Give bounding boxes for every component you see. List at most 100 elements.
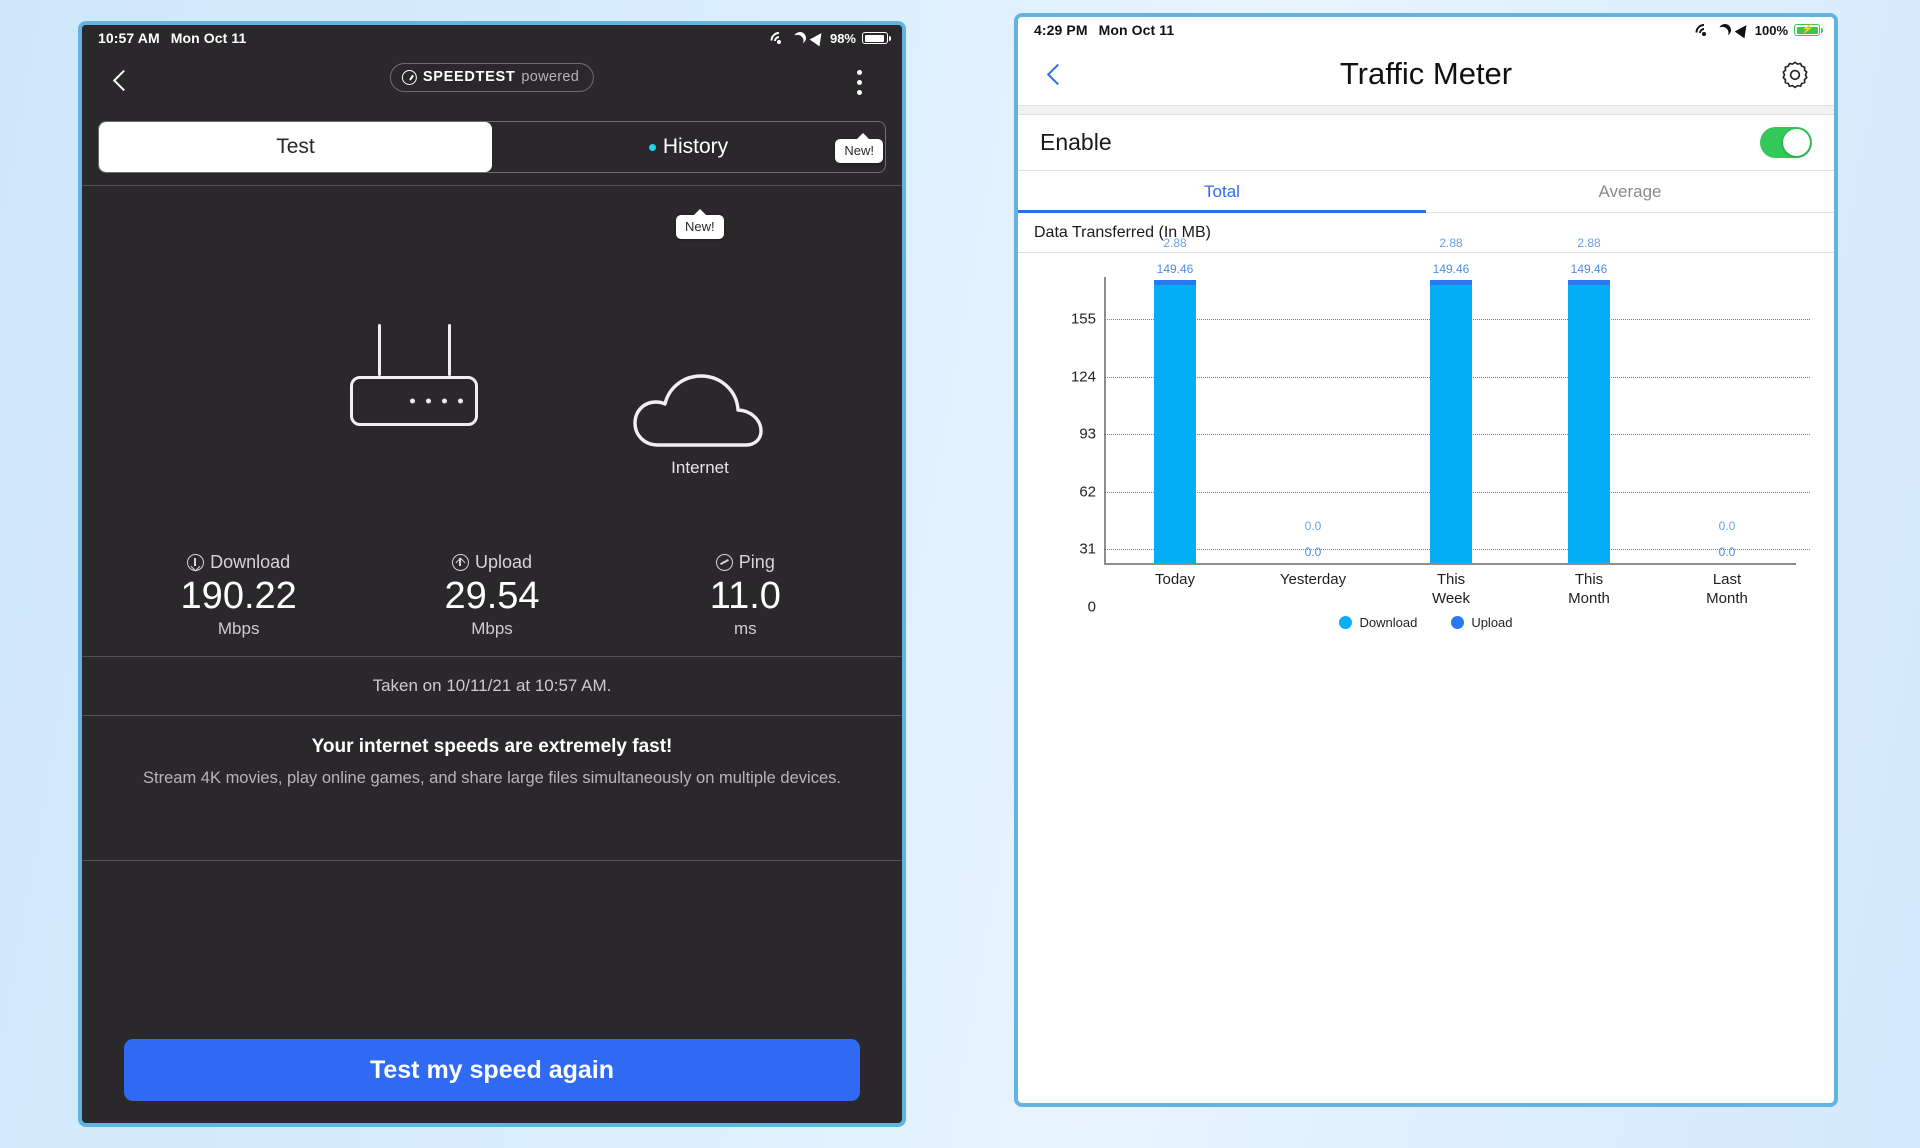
advice-block: Your internet speeds are extremely fast!… [82,716,902,860]
moon-icon [792,30,808,46]
bar-label-upload: 2.88 [1439,235,1463,250]
chart-plot-area: 0 31 62 93 124 155 2.88 149.46 0.0 0.0 2.88 149.46… [1044,236,1810,616]
legend-swatch [1451,616,1465,629]
bar-label-upload: 0.0 [1718,519,1736,533]
traffic-meter-header: Traffic Meter [1018,43,1834,105]
chart-bar-column[interactable]: 0.0 0.0 [1244,277,1382,563]
bar-label-upload: 2.88 [1577,235,1601,250]
data-transferred-chart: 0 31 62 93 124 155 2.88 149.46 0.0 0.0 2.88 149.46… [1018,236,1834,687]
toggle-knob [1783,129,1810,156]
chart-bars: 2.88 149.46 0.0 0.0 2.88 149.46 2.88 149.46 0.0 0… [1106,236,1796,563]
bar-label-download: 149.46 [1432,261,1470,276]
metric-upload-unit: Mbps [471,618,513,638]
tab-total-label: Total [1204,181,1240,201]
tab-test-label: Test [276,135,315,158]
metric-download-value: 190.22 [180,575,297,617]
metric-download-label: Download [210,552,291,572]
chart-bar-column[interactable]: 0.0 0.0 [1658,277,1796,563]
gear-icon[interactable] [1780,59,1810,89]
bar-label-download: 0.0 [1718,545,1736,559]
location-arrow-icon [1734,21,1752,39]
router-antenna-right [448,324,451,376]
chart-x-labels: Today Yesterday This Week This Month Last Month [1106,567,1796,607]
logo-brand: SPEEDTEST [422,69,516,85]
overflow-menu-icon[interactable] [844,65,874,99]
x-axis-tick-label: Last Month [1706,571,1748,607]
router-antenna-left [378,324,381,376]
metric-upload: Upload 29.54 Mbps [365,552,618,656]
traffic-meter-tabs: Total Average [1018,171,1834,213]
cta-container: Test my speed again [82,1039,902,1101]
wifi-icon [1692,20,1717,45]
enable-toggle[interactable] [1760,127,1812,158]
status-time: 4:29 PM [1034,22,1088,38]
test-my-speed-again-button[interactable]: Test my speed again [124,1039,860,1101]
battery-charging-icon: ⚡ [1794,24,1823,36]
connection-diagram: Internet [82,186,902,552]
bar-label-download: 149.46 [1570,261,1608,276]
router-icon [350,324,478,426]
right-status-bar: 4:29 PM Mon Oct 11 100% ⚡ [1018,17,1834,45]
legend-item: Download [1339,615,1417,630]
tab-average-label: Average [1598,181,1662,201]
internet-cloud: Internet [630,372,770,478]
battery-percent: 100% [1754,22,1788,38]
page-title: Traffic Meter [1339,56,1513,91]
x-axis-tick-label: Today [1154,571,1196,588]
back-button[interactable] [1040,57,1074,91]
legend-item: Upload [1451,615,1513,630]
y-axis-tick-label: 155 [1070,310,1096,328]
upload-arrow-icon [451,554,469,571]
speedtest-header: SPEEDTEST powered New! [82,51,902,163]
chart-bar-column[interactable]: 2.88 149.46 [1520,236,1658,563]
legend-label: Download [1359,615,1418,630]
tab-history-label: History [662,135,729,158]
history-badge-dot [648,143,656,151]
back-button[interactable] [104,61,142,99]
metric-ping: Ping 11.0 ms [619,552,872,656]
speedtest-tabs: Test History [98,121,886,173]
bar-label-upload: 2.88 [1163,235,1187,250]
y-axis-tick-label: 93 [1079,425,1096,443]
logo-suffix: powered [521,69,580,85]
chart-legend: Download Upload [1018,615,1834,630]
y-axis-tick-label: 62 [1079,483,1096,501]
router-body [350,376,478,426]
chart-bar-column[interactable]: 2.88 149.46 [1382,236,1520,563]
stacked-bar [1568,279,1610,563]
enable-row[interactable]: Enable [1018,115,1834,171]
legend-swatch [1339,616,1353,629]
y-axis-tick-label: 31 [1079,540,1096,558]
wifi-icon [767,28,792,53]
x-axis-tick-label: Yesterday [1279,571,1347,588]
traffic-meter-app-panel: 4:29 PM Mon Oct 11 100% ⚡ Traffic Meter … [1014,13,1838,1107]
metric-ping-label: Ping [738,552,775,572]
bar-segment-download [1568,285,1610,563]
x-axis-tick-label: This Week [1431,571,1471,607]
chevron-left-icon [112,69,134,91]
metric-ping-value: 11.0 [709,575,781,617]
tab-history[interactable]: History [492,122,885,172]
status-date: Mon Oct 11 [1098,22,1175,38]
bar-segment-download [1430,285,1472,563]
bar-label-upload: 0.0 [1304,519,1322,533]
left-status-bar: 10:57 AM Mon Oct 11 98% [82,25,902,53]
metric-upload-value: 29.54 [444,575,540,617]
chart-section-title: Data Transferred (In MB) [1018,213,1834,253]
router-leds [410,398,463,404]
speedtest-logo: SPEEDTEST powered [389,63,595,92]
x-axis-tick-label: This Month [1568,571,1610,607]
download-arrow-icon [187,554,205,571]
battery-icon [862,32,891,44]
chart-bar-column[interactable]: 2.88 149.46 [1106,236,1244,563]
taken-on-text: Taken on 10/11/21 at 10:57 AM. [372,676,612,695]
tab-average[interactable]: Average [1426,171,1834,212]
section-separator [1018,105,1834,115]
tab-test[interactable]: Test [99,122,492,172]
tab-total[interactable]: Total [1018,171,1426,213]
speedometer-icon [401,69,417,85]
stacked-bar [1154,279,1196,563]
battery-percent: 98% [829,30,856,46]
advice-body: Stream 4K movies, play online games, and… [143,769,841,787]
location-arrow-icon [809,29,827,47]
